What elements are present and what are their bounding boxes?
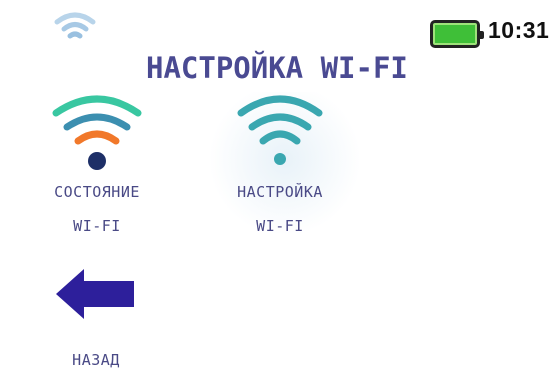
- menu-item-wifi-status[interactable]: СОСТОЯНИЕ WI-FI: [22, 93, 172, 243]
- battery-full-icon: [430, 20, 484, 48]
- status-time: 10:31: [488, 17, 550, 43]
- page-title: НАСТРОЙКА WI-FI: [146, 51, 408, 85]
- back-arrow-icon: [56, 269, 134, 319]
- menu-item-wifi-settings[interactable]: НАСТРОЙКА WI-FI: [190, 93, 370, 243]
- menu-label-wifi-status-line2: WI-FI: [73, 217, 121, 235]
- back-label: НАЗАД: [72, 351, 120, 369]
- wifi-status-icon: [52, 95, 142, 170]
- menu-label-wifi-settings-line1: НАСТРОЙКА: [237, 183, 323, 201]
- wifi-settings-icon: [237, 95, 323, 165]
- menu-label-wifi-settings-line2: WI-FI: [256, 217, 304, 235]
- menu-label-wifi-status-line1: СОСТОЯНИЕ: [54, 183, 140, 201]
- back-button[interactable]: НАЗАД: [36, 265, 156, 373]
- wifi-signal-icon: [54, 12, 96, 39]
